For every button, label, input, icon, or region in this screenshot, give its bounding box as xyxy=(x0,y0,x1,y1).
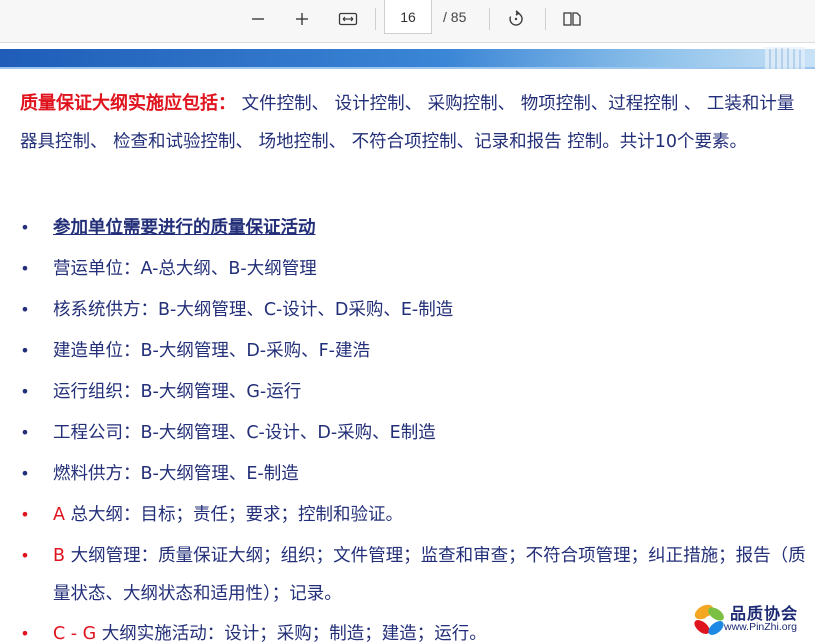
section-heading: 参加单位需要进行的质量保证活动 xyxy=(53,218,316,238)
bullet-dot: • xyxy=(20,546,30,565)
list-item: • 营运单位：A-总大纲、B-大纲管理 xyxy=(20,250,815,288)
list-item: • 燃料供方：B-大纲管理、E-制造 xyxy=(20,455,815,493)
header-band-image xyxy=(0,45,815,69)
bullet-dot: • xyxy=(20,300,30,319)
bullet-dot: • xyxy=(20,423,30,442)
item-key: A xyxy=(53,505,65,525)
watermark: 品质协会 www.PinZhi.org xyxy=(690,600,815,642)
list-item: • 工程公司：B-大纲管理、C-设计、D-采购、E制造 xyxy=(20,414,815,452)
list-item-text: 建造单位：B-大纲管理、D-采购、F-建浩 xyxy=(53,341,370,361)
list-item: • 核系统供方：B-大纲管理、C-设计、D采购、E-制造 xyxy=(20,291,815,329)
item-text: 大纲实施活动：设计；采购；制造；建造；运行。 xyxy=(96,624,487,642)
bullet-dot: • xyxy=(20,382,30,401)
list-item-text: 营运单位：A-总大纲、B-大纲管理 xyxy=(53,259,317,279)
toolbar-divider xyxy=(545,8,546,30)
watermark-logo-icon xyxy=(694,604,724,635)
list-item-text: 工程公司：B-大纲管理、C-设计、D-采购、E制造 xyxy=(53,423,436,443)
bullet-dot: • xyxy=(20,218,30,237)
watermark-url: www.PinZhi.org xyxy=(724,621,797,633)
zoom-out-icon[interactable] xyxy=(243,6,273,32)
page-number-input[interactable] xyxy=(384,0,432,34)
bullet-dot: • xyxy=(20,259,30,278)
pdf-toolbar: / 85 xyxy=(0,0,815,43)
item-key: B xyxy=(53,546,66,566)
toolbar-divider xyxy=(375,8,376,30)
toolbar-divider xyxy=(489,8,490,30)
bullet-dot: • xyxy=(20,505,30,524)
intro-lead: 质量保证大纲实施应包括： xyxy=(20,93,236,114)
fit-width-icon[interactable] xyxy=(333,6,363,32)
item-key: C - G xyxy=(53,624,97,642)
list-item-text: 运行组织：B-大纲管理、G-运行 xyxy=(53,382,302,402)
list-item: • 运行组织：B-大纲管理、G-运行 xyxy=(20,373,815,411)
list-item-heading: • 参加单位需要进行的质量保证活动 xyxy=(20,209,815,247)
bullet-dot: • xyxy=(20,341,30,360)
bullet-dot: • xyxy=(20,464,30,483)
item-text: 总大纲：目标；责任；要求；控制和验证。 xyxy=(64,505,404,525)
bullet-dot: • xyxy=(20,624,30,642)
two-page-view-icon[interactable] xyxy=(557,6,587,32)
intro-paragraph: 质量保证大纲实施应包括： 文件控制、 设计控制、 采购控制、 物项控制、过程控制… xyxy=(20,85,810,161)
list-item: • 建造单位：B-大纲管理、D-采购、F-建浩 xyxy=(20,332,815,370)
page-total-label: / 85 xyxy=(443,9,467,25)
rotate-icon[interactable] xyxy=(501,6,531,32)
list-item-text: 核系统供方：B-大纲管理、C-设计、D采购、E-制造 xyxy=(53,300,454,320)
zoom-in-icon[interactable] xyxy=(287,6,317,32)
list-item-red: • A 总大纲：目标；责任；要求；控制和验证。 xyxy=(20,496,815,534)
slide-page: 质量保证大纲实施应包括： 文件控制、 设计控制、 采购控制、 物项控制、过程控制… xyxy=(0,43,815,642)
item-text: 大纲管理：质量保证大纲；组织；文件管理；监查和审查；不符合项管理；纠正措施；报告… xyxy=(53,546,806,604)
list-item-text: 燃料供方：B-大纲管理、E-制造 xyxy=(53,464,299,484)
